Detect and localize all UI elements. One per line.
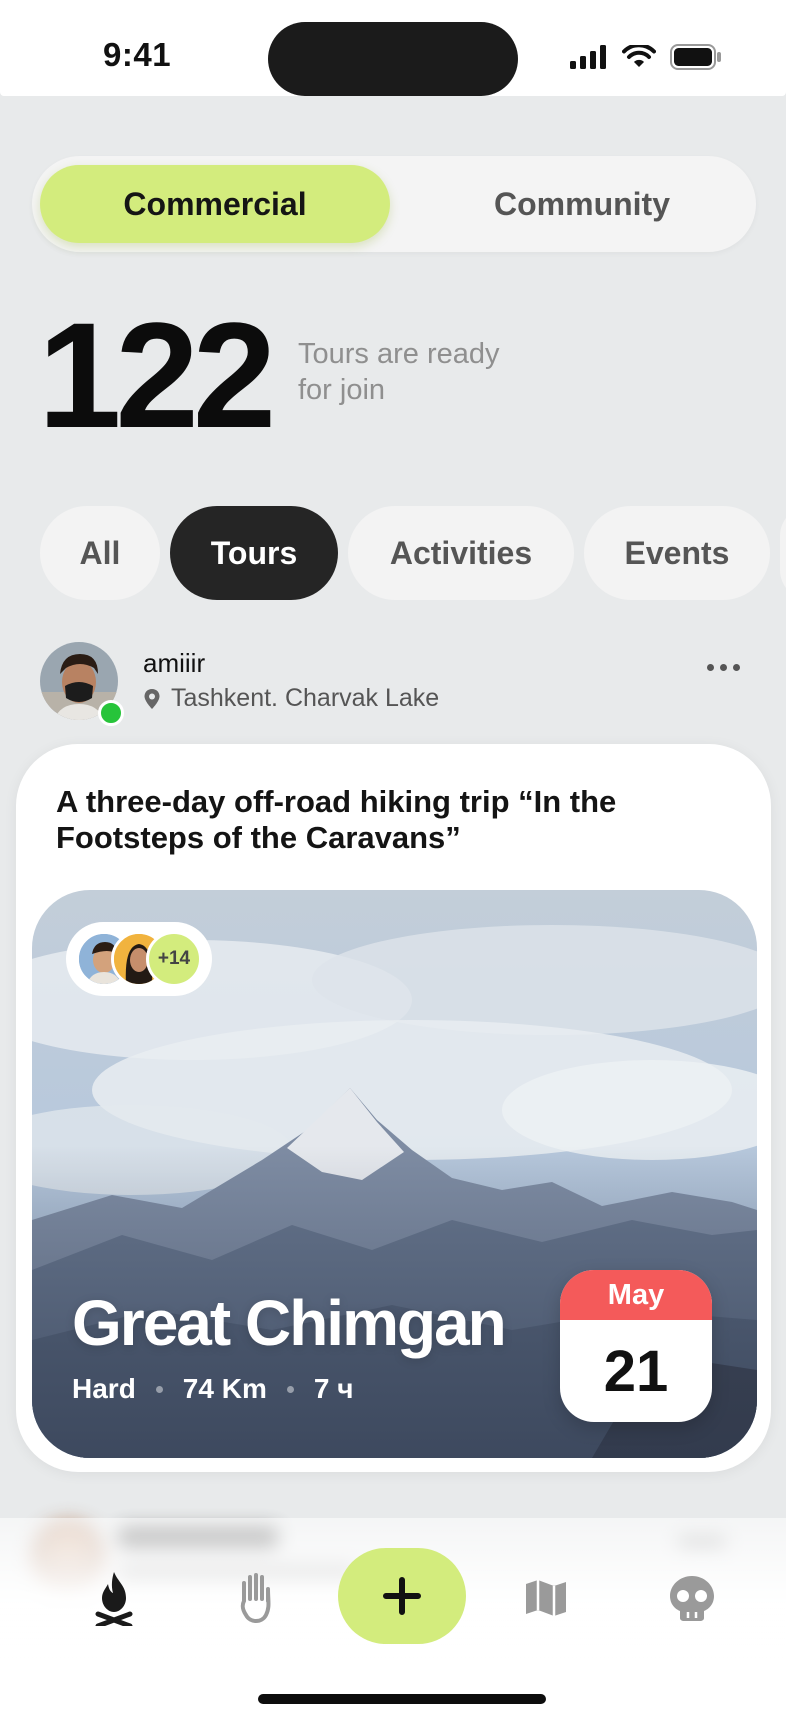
- tours-count-label: Tours are ready for join: [298, 338, 500, 406]
- tab-profile[interactable]: [662, 1568, 722, 1628]
- tour-distance: 74 Km: [182, 1373, 267, 1404]
- online-indicator: [98, 700, 124, 726]
- status-bar: 9:41: [0, 0, 786, 96]
- chip-more[interactable]: [780, 506, 786, 600]
- meta-separator: [286, 1385, 294, 1393]
- segmented-control: Commercial Community: [32, 156, 756, 252]
- status-icons: [570, 44, 722, 70]
- tab-campfire[interactable]: [84, 1568, 144, 1628]
- create-button[interactable]: [338, 1548, 466, 1644]
- tours-count: 122: [38, 291, 276, 459]
- tab-commercial[interactable]: Commercial: [40, 165, 390, 243]
- chip-tours[interactable]: Tours: [170, 506, 338, 600]
- post-header: amiiir Tashkent. Charvak Lake: [40, 642, 740, 726]
- plus-icon: [383, 1577, 421, 1615]
- members-more-count: +14: [146, 931, 202, 987]
- tour-title: A three-day off-road hiking trip “In the…: [56, 784, 617, 855]
- chip-activities[interactable]: Activities: [348, 506, 574, 600]
- chip-all[interactable]: All: [40, 506, 160, 600]
- location-pin-icon: [144, 688, 160, 709]
- place-name: Great Chimgan: [72, 1287, 507, 1359]
- signal-icon: [570, 45, 606, 69]
- meta-separator: [155, 1385, 163, 1393]
- tour-card[interactable]: A three-day off-road hiking trip “In the…: [16, 744, 771, 1472]
- tour-duration: 7 ч: [313, 1373, 354, 1404]
- more-options-icon[interactable]: [707, 664, 740, 671]
- home-indicator: [258, 1694, 546, 1704]
- tab-map[interactable]: [516, 1568, 576, 1628]
- campfire-icon: [95, 1572, 133, 1626]
- post-location-text: Tashkent. Charvak Lake: [171, 684, 440, 712]
- map-icon: [526, 1580, 566, 1616]
- date-day: 21: [603, 1338, 669, 1404]
- post-username[interactable]: amiiir: [143, 648, 205, 679]
- app-screen: 9:41 Commercial Community 122 Tours are …: [0, 0, 786, 1720]
- profile-icon: [670, 1576, 714, 1621]
- tour-photo[interactable]: +14 Great Chimgan Hard 74 Km 7 ч May 21: [32, 890, 757, 1458]
- battery-icon: [670, 44, 721, 70]
- chip-events[interactable]: Events: [584, 506, 770, 600]
- tab-community[interactable]: Community: [412, 165, 752, 243]
- wifi-icon: [622, 45, 656, 67]
- date-month: May: [560, 1270, 712, 1320]
- status-time: 9:41: [103, 36, 172, 73]
- dynamic-island: [268, 22, 518, 96]
- date-badge: May 21: [560, 1270, 712, 1422]
- tour-difficulty: Hard: [72, 1373, 136, 1404]
- hand-icon: [240, 1573, 271, 1623]
- filter-chips: All Tours Activities Events: [40, 506, 786, 600]
- tab-hand[interactable]: [226, 1568, 286, 1628]
- post-location: Tashkent. Charvak Lake: [143, 684, 439, 713]
- tour-meta: Hard 74 Km 7 ч: [72, 1373, 353, 1405]
- members-group[interactable]: +14: [66, 922, 212, 996]
